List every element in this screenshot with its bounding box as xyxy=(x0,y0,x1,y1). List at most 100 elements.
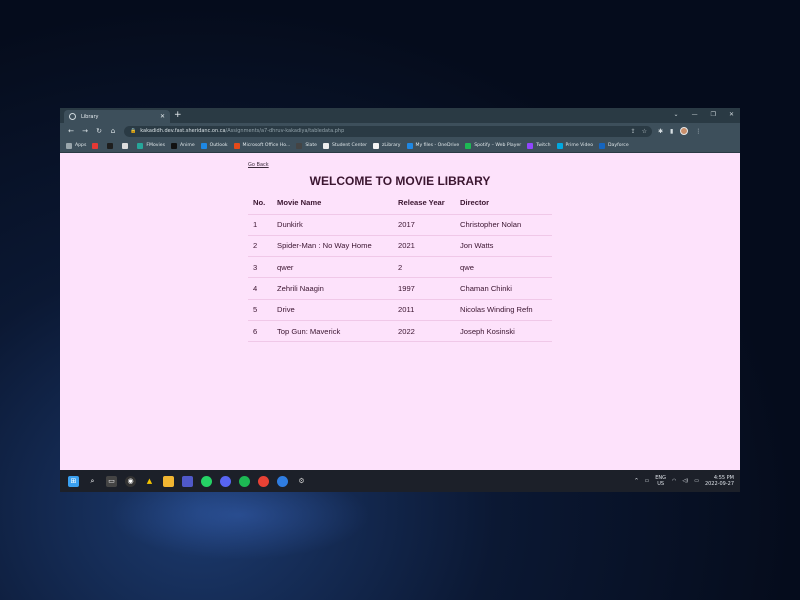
browser-toolbar: ← → ↻ ⌂ 🔒 kakadidh.dev.fast.sheridanc.on… xyxy=(60,123,740,139)
tab-search-icon[interactable]: ⌄ xyxy=(674,110,679,120)
search-icon[interactable]: ⌕ xyxy=(87,476,98,487)
table-row: 2 Spider-Man : No Way Home 2021 Jon Watts xyxy=(248,234,552,257)
bookmark-item[interactable]: Twitch xyxy=(527,142,551,149)
url-path: /Assignments/a7-dhruv-kakadiya/tabledata… xyxy=(225,128,345,134)
bookmark-label: Apps xyxy=(75,143,87,148)
bookmark-item[interactable]: Apps xyxy=(66,142,87,149)
menu-icon[interactable]: ⋮ xyxy=(695,128,701,135)
new-tab-button[interactable]: + xyxy=(174,110,182,121)
language-indicator[interactable]: ENG US xyxy=(655,475,666,487)
extensions-icon[interactable]: ✱ xyxy=(658,128,663,135)
bookmark-item[interactable]: Slate xyxy=(296,142,317,149)
table-cell: 1 xyxy=(248,213,272,236)
tab-strip: Library ✕ + ⌄ — ❐ ✕ xyxy=(60,108,740,123)
table-row: 3 qwer 2 qwe xyxy=(248,256,552,278)
bookmark-favicon-icon xyxy=(465,142,472,149)
table-cell: 4 xyxy=(248,277,272,300)
minimize-button[interactable]: — xyxy=(692,110,698,120)
bookmark-item[interactable]: Outlook xyxy=(200,142,228,149)
table-cell: Chaman Chinki xyxy=(455,277,552,300)
window-controls: ⌄ — ❐ ✕ xyxy=(674,110,734,120)
share-icon[interactable]: ⇪ xyxy=(631,128,636,135)
teams-icon[interactable] xyxy=(182,475,193,487)
table-cell: 2017 xyxy=(393,213,455,236)
home-icon[interactable]: ⌂ xyxy=(106,127,120,135)
bookmark-favicon-icon xyxy=(323,142,329,149)
bookmark-item[interactable]: Microsoft Office Ho... xyxy=(233,142,290,149)
side-panel-icon[interactable]: ▮ xyxy=(670,128,673,135)
close-window-button[interactable]: ✕ xyxy=(729,110,734,120)
bookmark-item[interactable]: Dayforce xyxy=(599,142,629,149)
table-cell: qwer xyxy=(272,256,393,278)
whatsapp-icon[interactable] xyxy=(201,475,212,487)
profile-avatar[interactable] xyxy=(680,127,689,135)
bookmark-favicon-icon xyxy=(92,142,99,149)
back-icon[interactable]: ← xyxy=(64,127,78,135)
bookmark-label: Prime Video xyxy=(565,143,594,148)
column-header: Release Year xyxy=(398,198,445,208)
chevron-up-icon[interactable]: ^ xyxy=(634,478,638,484)
url-host: kakadidh.dev.fast.sheridanc.on.ca xyxy=(140,128,226,134)
taskbar: ⊞ ⌕ ▭ ◉ ▲ ⚙ ^ ▭ ENG US ◠ ◁) ▭ 4:55 PM 20… xyxy=(60,470,740,492)
reload-icon[interactable]: ↻ xyxy=(92,127,106,135)
table-cell: 2022 xyxy=(393,319,455,343)
discord-icon[interactable] xyxy=(220,475,231,487)
bookmark-item[interactable]: zLibrary xyxy=(373,142,401,149)
table-cell: Drive xyxy=(272,298,393,321)
bookmark-item[interactable]: Student Center xyxy=(323,142,367,149)
bookmark-label: My files - OneDrive xyxy=(415,143,460,148)
bookmark-star-icon[interactable]: ☆ xyxy=(642,128,647,135)
clock[interactable]: 4:55 PM 2022-09-27 xyxy=(705,475,734,487)
table-cell: 1997 xyxy=(393,277,455,300)
address-bar[interactable]: 🔒 kakadidh.dev.fast.sheridanc.on.ca /Ass… xyxy=(124,125,652,137)
volume-icon[interactable]: ◁) xyxy=(682,478,688,484)
page-content: Go Back WELCOME TO MOVIE LIBRARY No. Mov… xyxy=(60,154,740,470)
table-cell: 2 xyxy=(393,256,455,278)
warning-icon[interactable]: ▲ xyxy=(144,476,155,487)
bookmark-item[interactable]: Anime xyxy=(171,142,195,149)
bookmark-label: Dayforce xyxy=(608,143,629,148)
page-title: WELCOME TO MOVIE LIBRARY xyxy=(309,174,491,188)
bookmark-favicon-icon xyxy=(233,142,240,149)
table-row: 1 Dunkirk 2017 Christopher Nolan xyxy=(248,213,552,236)
start-icon[interactable]: ⊞ xyxy=(68,475,79,487)
bookmark-favicon-icon xyxy=(373,142,380,149)
table-header-row: No. Movie Name Release Year Director xyxy=(248,192,552,214)
spotify-icon[interactable] xyxy=(239,475,250,487)
table-cell: Jon Watts xyxy=(455,234,552,257)
bookmark-item[interactable] xyxy=(107,142,116,149)
bookmark-item[interactable]: FMovies xyxy=(137,142,166,149)
battery-icon[interactable]: ▭ xyxy=(694,478,699,484)
dell-icon[interactable]: ◉ xyxy=(125,475,136,487)
keyboard-icon[interactable]: ▭ xyxy=(645,478,650,484)
bookmark-favicon-icon xyxy=(107,142,114,149)
table-cell: Zehrili Naagin xyxy=(272,277,393,300)
column-header: No. xyxy=(253,198,266,208)
bookmark-favicon-icon xyxy=(527,142,534,149)
tab-library[interactable]: Library ✕ xyxy=(64,110,170,123)
bookmark-favicon-icon xyxy=(599,142,606,149)
table-cell: 2011 xyxy=(393,298,455,321)
chrome-icon[interactable] xyxy=(258,475,269,487)
forward-icon[interactable]: → xyxy=(78,127,92,135)
signal-icon[interactable] xyxy=(277,475,288,487)
bookmark-favicon-icon xyxy=(66,142,72,149)
bookmark-item[interactable]: Spotify – Web Player xyxy=(465,142,521,149)
movie-table: No. Movie Name Release Year Director 1 Du… xyxy=(248,192,552,343)
table-cell: qwe xyxy=(455,256,552,278)
restore-button[interactable]: ❐ xyxy=(711,110,716,120)
bookmark-label: FMovies xyxy=(146,143,166,148)
wifi-icon[interactable]: ◠ xyxy=(672,478,676,484)
settings-gear-icon[interactable]: ⚙ xyxy=(296,476,307,487)
close-tab-icon[interactable]: ✕ xyxy=(160,113,165,120)
bookmark-favicon-icon xyxy=(137,142,144,149)
table-cell: 6 xyxy=(248,319,272,343)
bookmark-item[interactable]: Prime Video xyxy=(556,142,594,149)
go-back-link[interactable]: Go Back xyxy=(248,162,269,168)
bookmark-item[interactable] xyxy=(92,142,101,149)
file-explorer-icon[interactable] xyxy=(163,475,174,487)
column-header: Movie Name xyxy=(277,198,322,208)
bookmark-item[interactable] xyxy=(122,142,131,149)
bookmark-item[interactable]: My files - OneDrive xyxy=(406,142,460,149)
task-view-icon[interactable]: ▭ xyxy=(106,475,117,487)
